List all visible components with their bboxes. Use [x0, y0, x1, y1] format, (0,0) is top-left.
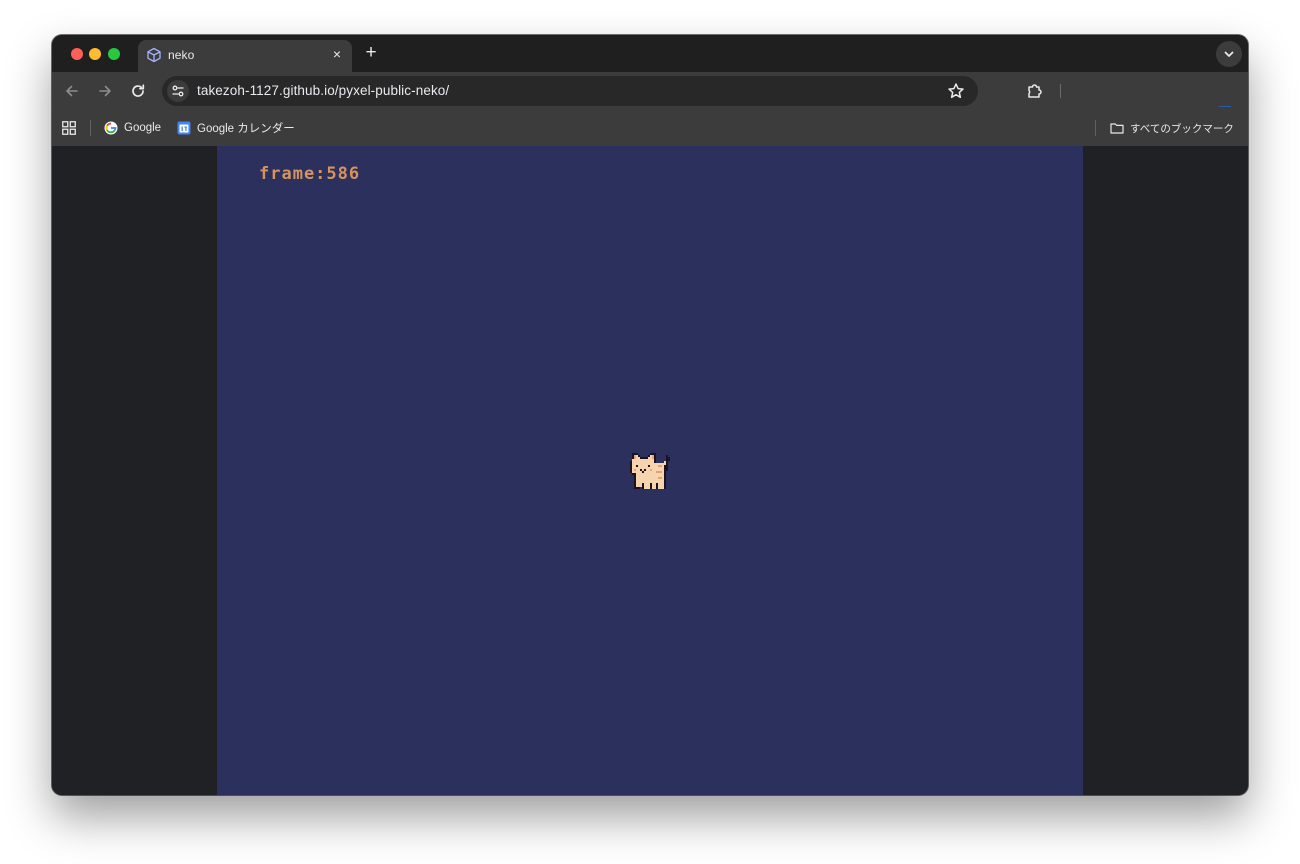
bookmark-label: Google カレンダー: [197, 123, 295, 135]
tune-icon: [172, 85, 184, 97]
bookmark-google-calendar[interactable]: Google カレンダー: [177, 119, 295, 137]
page-content: frame:586: [52, 146, 1248, 795]
bookmarks-bar: Google Google カレンダー すべてのブックマーク: [52, 110, 1248, 146]
apps-grid-icon[interactable]: [62, 121, 76, 135]
star-icon[interactable]: [946, 81, 966, 101]
address-bar[interactable]: takezoh-1127.github.io/pyxel-public-neko…: [162, 76, 978, 106]
frame-counter: frame:586: [259, 164, 361, 184]
window-minimize-button[interactable]: [89, 48, 101, 60]
tab-search-button[interactable]: [1216, 41, 1242, 67]
window-maximize-button[interactable]: [108, 48, 120, 60]
all-bookmarks-button[interactable]: すべてのブックマーク: [1110, 119, 1234, 137]
tab-title: neko: [168, 48, 195, 62]
bookmark-label: Google: [124, 122, 162, 134]
toolbar-accent: [1219, 106, 1231, 107]
puzzle-icon[interactable]: [1025, 81, 1045, 101]
bookmarks-divider: [90, 120, 91, 136]
bookmark-google[interactable]: Google: [104, 119, 161, 137]
tab-close-button[interactable]: ×: [328, 45, 346, 63]
bookmarks-right-divider: [1095, 120, 1096, 136]
cat-sprite: [630, 453, 670, 489]
browser-window: neko × + takezoh-1127.github.io/pyxel-pu…: [52, 35, 1248, 795]
chevron-down-icon: [1224, 51, 1234, 57]
cube-icon: [147, 47, 161, 63]
google-icon: [104, 121, 118, 135]
calendar-icon: [177, 121, 191, 135]
game-canvas[interactable]: frame:586: [217, 146, 1083, 795]
url-text[interactable]: takezoh-1127.github.io/pyxel-public-neko…: [197, 83, 449, 98]
all-bookmarks-label: すべてのブックマーク: [1130, 122, 1234, 135]
folder-icon: [1110, 123, 1124, 134]
new-tab-button[interactable]: +: [361, 43, 381, 63]
tab-strip: neko × +: [52, 35, 1248, 72]
window-close-button[interactable]: [71, 48, 83, 60]
toolbar-divider: [1060, 84, 1061, 98]
toolbar: takezoh-1127.github.io/pyxel-public-neko…: [52, 72, 1248, 110]
forward-arrow-icon[interactable]: [95, 81, 115, 101]
site-info-button[interactable]: [167, 80, 189, 102]
tab-neko[interactable]: neko ×: [138, 40, 352, 72]
back-arrow-icon[interactable]: [62, 81, 82, 101]
reload-icon[interactable]: [128, 81, 148, 101]
